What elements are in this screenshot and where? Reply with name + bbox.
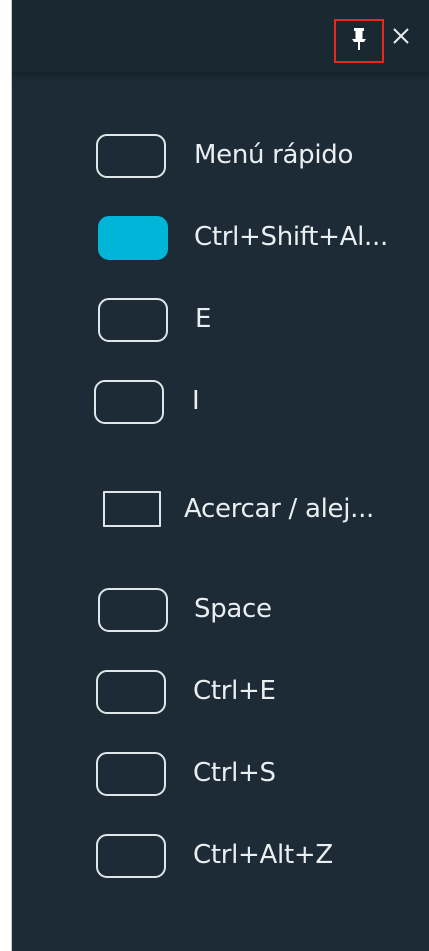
pin-button[interactable] <box>334 19 384 63</box>
shortcut-label: Space <box>194 594 272 624</box>
shortcut-item-ctrl-s: Ctrl+S <box>12 744 429 804</box>
panel-header <box>12 0 429 72</box>
shortcut-item-e: E <box>12 290 429 350</box>
shortcut-item-zoom: Acercar / alej... <box>12 480 429 540</box>
shortcut-item-ctrl-shift-alt: Ctrl+Shift+Al... <box>12 208 429 268</box>
toggle-switch[interactable] <box>98 588 168 632</box>
close-icon <box>391 26 411 50</box>
shortcut-label: Ctrl+S <box>193 758 276 788</box>
shortcut-label: Ctrl+Shift+Al... <box>194 222 388 252</box>
shortcut-label: Ctrl+Alt+Z <box>193 840 333 870</box>
shortcut-item-space: Space <box>12 580 429 640</box>
shortcut-label: Menú rápido <box>194 140 354 170</box>
toggle-switch[interactable] <box>94 380 164 424</box>
shortcut-item-quick-menu: Menú rápido <box>12 126 429 186</box>
pin-icon <box>348 27 370 55</box>
shortcut-label: Acercar / alej... <box>184 494 375 524</box>
toggle-switch[interactable] <box>98 298 168 342</box>
shortcut-label: Ctrl+E <box>193 676 276 706</box>
toggle-switch[interactable] <box>96 134 166 178</box>
window-edge <box>0 0 12 951</box>
toggle-switch[interactable] <box>103 491 161 527</box>
shortcut-label: I <box>192 386 200 416</box>
toggle-switch[interactable] <box>96 834 166 878</box>
shortcut-panel: Menú rápido Ctrl+Shift+Al... E I Acercar… <box>12 0 429 951</box>
shortcut-item-ctrl-alt-z: Ctrl+Alt+Z <box>12 826 429 886</box>
shortcut-item-i: I <box>12 372 429 432</box>
close-button[interactable] <box>389 26 413 50</box>
toggle-switch[interactable] <box>96 752 166 796</box>
shortcut-label: E <box>195 304 212 334</box>
shortcut-item-ctrl-e: Ctrl+E <box>12 662 429 722</box>
toggle-switch[interactable] <box>98 216 168 260</box>
toggle-switch[interactable] <box>96 670 166 714</box>
